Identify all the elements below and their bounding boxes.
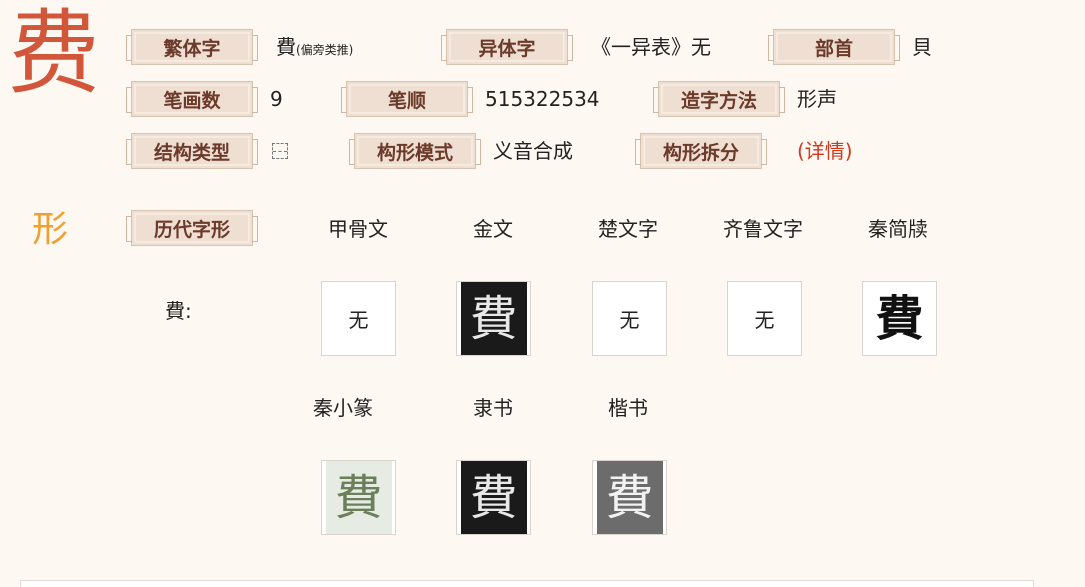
glyph-bronze[interactable]: 費 <box>456 281 531 356</box>
main-character: 费 <box>8 0 101 107</box>
stroke-count-label: 笔画数 <box>126 81 258 117</box>
radical-value: 貝 <box>912 35 932 59</box>
stroke-order-value: 515322534 <box>485 87 600 111</box>
glyph-qilu: 无 <box>727 281 802 356</box>
historical-forms-label: 历代字形 <box>126 210 258 246</box>
script-chu: 楚文字 <box>598 217 658 241</box>
script-qilu: 齐鲁文字 <box>723 217 803 241</box>
radical-label: 部首 <box>768 29 900 65</box>
glyph-oracle-bone: 无 <box>321 281 396 356</box>
glyph-regular-image: 費 <box>596 461 663 534</box>
glyph-row-label: 費: <box>165 299 192 323</box>
glyph-small-seal[interactable]: 費 <box>321 460 396 535</box>
traditional-char-note: (偏旁类推) <box>296 43 354 57</box>
stroke-count-value: 9 <box>270 87 283 111</box>
glyph-clerical-image: 費 <box>460 461 527 534</box>
script-oracle-bone: 甲骨文 <box>328 217 388 241</box>
glyph-qin-bamboo[interactable]: 費 <box>862 281 937 356</box>
glyph-qin-bamboo-image: 費 <box>866 282 933 355</box>
composition-mode-label: 构形模式 <box>349 133 481 169</box>
glyph-clerical[interactable]: 費 <box>456 460 531 535</box>
formation-method-label: 造字方法 <box>653 81 785 117</box>
structure-type-label: 结构类型 <box>126 133 258 169</box>
script-small-seal: 秦小篆 <box>313 396 373 420</box>
traditional-char-label: 繁体字 <box>126 29 258 65</box>
script-qin-bamboo: 秦简牍 <box>868 217 928 241</box>
composition-mode-value: 义音合成 <box>493 139 573 163</box>
form-section-char: 形 <box>32 209 69 250</box>
variant-char-value: 《一异表》无 <box>591 35 711 59</box>
glyph-regular[interactable]: 費 <box>592 460 667 535</box>
decomposition-details-link[interactable]: (详情) <box>797 137 853 165</box>
traditional-char-value: 費(偏旁类推) <box>276 35 354 59</box>
script-clerical: 隶书 <box>473 396 513 420</box>
glyph-small-seal-image: 費 <box>325 461 392 534</box>
script-regular: 楷书 <box>608 396 648 420</box>
glyph-bronze-image: 費 <box>460 282 527 355</box>
top-bottom-structure-icon <box>272 143 288 159</box>
variant-char-label: 异体字 <box>441 29 573 65</box>
next-section-edge <box>20 580 1034 587</box>
decomposition-label: 构形拆分 <box>635 133 767 169</box>
formation-method-value: 形声 <box>797 87 837 111</box>
script-bronze: 金文 <box>473 217 513 241</box>
stroke-order-label: 笔顺 <box>341 81 473 117</box>
glyph-chu: 无 <box>592 281 667 356</box>
